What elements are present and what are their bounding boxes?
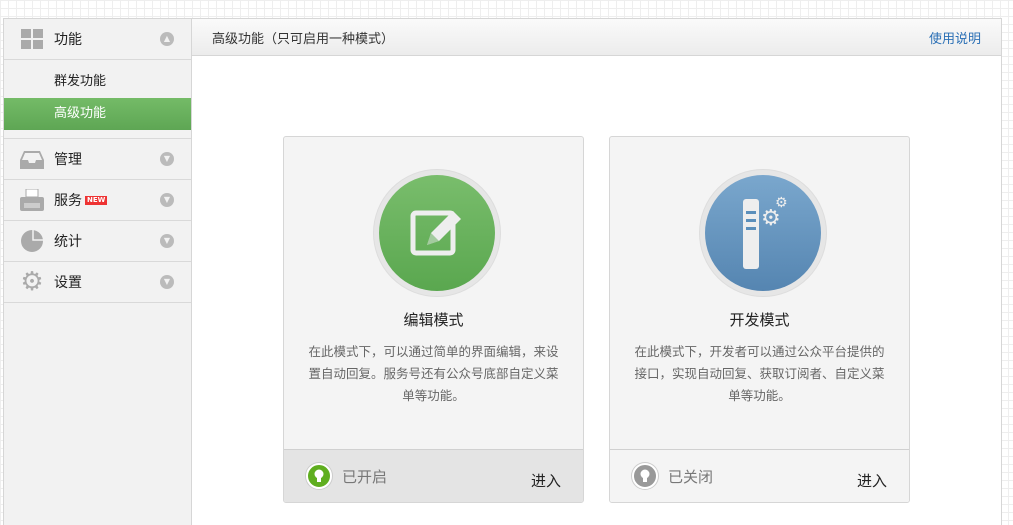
- edit-icon: [379, 175, 495, 291]
- card-footer: 已关闭 进入: [610, 449, 909, 502]
- inbox-icon: [20, 148, 44, 170]
- card-footer: 已开启 进入: [284, 449, 583, 502]
- card-description: 在此模式下，开发者可以通过公众平台提供的接口，实现自动回复、获取订阅者、自定义菜…: [634, 344, 885, 403]
- enter-edit-mode-link[interactable]: 进入: [531, 470, 561, 491]
- card-description: 在此模式下，可以通过简单的界面编辑，来设置自动回复。服务号还有公众号底部自定义菜…: [308, 344, 559, 403]
- nav-group-stats[interactable]: 统计 ▼: [4, 221, 191, 262]
- help-link[interactable]: 使用说明: [929, 28, 981, 47]
- chevron-down-icon[interactable]: ▼: [160, 193, 174, 207]
- sidebar-item-advanced[interactable]: 高级功能: [4, 98, 191, 130]
- nav-group-features[interactable]: 功能 ▲: [4, 19, 191, 60]
- lightbulb-on-icon: [306, 463, 332, 489]
- printer-icon: [20, 189, 44, 211]
- card-title: 编辑模式: [403, 311, 464, 329]
- nav-label: 服务: [54, 193, 82, 209]
- dev-mode-card: ⚙ ⚙ 开发模式 在此模式下，开发者可以通过公众平台提供的接口，实现自动回复、获取…: [609, 136, 910, 503]
- chevron-up-icon[interactable]: ▲: [160, 32, 174, 46]
- chevron-down-icon[interactable]: ▼: [160, 234, 174, 248]
- new-badge: NEW: [85, 195, 108, 205]
- page-title: 高级功能（只可启用一种模式）: [212, 31, 395, 47]
- nav-group-service[interactable]: 服务 NEW ▼: [4, 180, 191, 221]
- chevron-down-icon[interactable]: ▼: [160, 275, 174, 289]
- svg-text:⚙: ⚙: [775, 195, 788, 211]
- server-gear-icon: ⚙ ⚙: [705, 175, 821, 291]
- chevron-down-icon[interactable]: ▼: [160, 152, 174, 166]
- pie-chart-icon: [20, 230, 44, 252]
- status-label: 已开启: [342, 467, 388, 486]
- status-label: 已关闭: [668, 467, 714, 486]
- card-title: 开发模式: [729, 311, 790, 329]
- main-panel: 高级功能（只可启用一种模式） 使用说明 编辑模式 在此模式下，可以通过简单的界面…: [191, 18, 1002, 525]
- enter-dev-mode-link[interactable]: 进入: [857, 470, 887, 491]
- sidebar: 功能 ▲ 群发功能 高级功能 管理 ▼ 服务 NEW ▼ 统计 ▼ ⚙ 设置 ▼: [3, 18, 192, 525]
- grid-icon: [20, 28, 44, 50]
- lightbulb-off-icon: [632, 463, 658, 489]
- edit-mode-badge: [373, 169, 501, 297]
- sidebar-item-mass-send[interactable]: 群发功能: [4, 66, 191, 98]
- gear-icon: ⚙: [20, 267, 44, 297]
- nav-group-manage[interactable]: 管理 ▼: [4, 139, 191, 180]
- nav-label: 统计: [54, 234, 82, 250]
- dev-mode-badge: ⚙ ⚙: [699, 169, 827, 297]
- nav-label: 设置: [54, 275, 82, 291]
- nav-label: 管理: [54, 152, 82, 168]
- nav-group-settings[interactable]: ⚙ 设置 ▼: [4, 262, 191, 303]
- panel-header: 高级功能（只可启用一种模式） 使用说明: [192, 19, 1001, 56]
- edit-mode-card: 编辑模式 在此模式下，可以通过简单的界面编辑，来设置自动回复。服务号还有公众号底…: [283, 136, 584, 503]
- nav-label: 功能: [54, 32, 82, 48]
